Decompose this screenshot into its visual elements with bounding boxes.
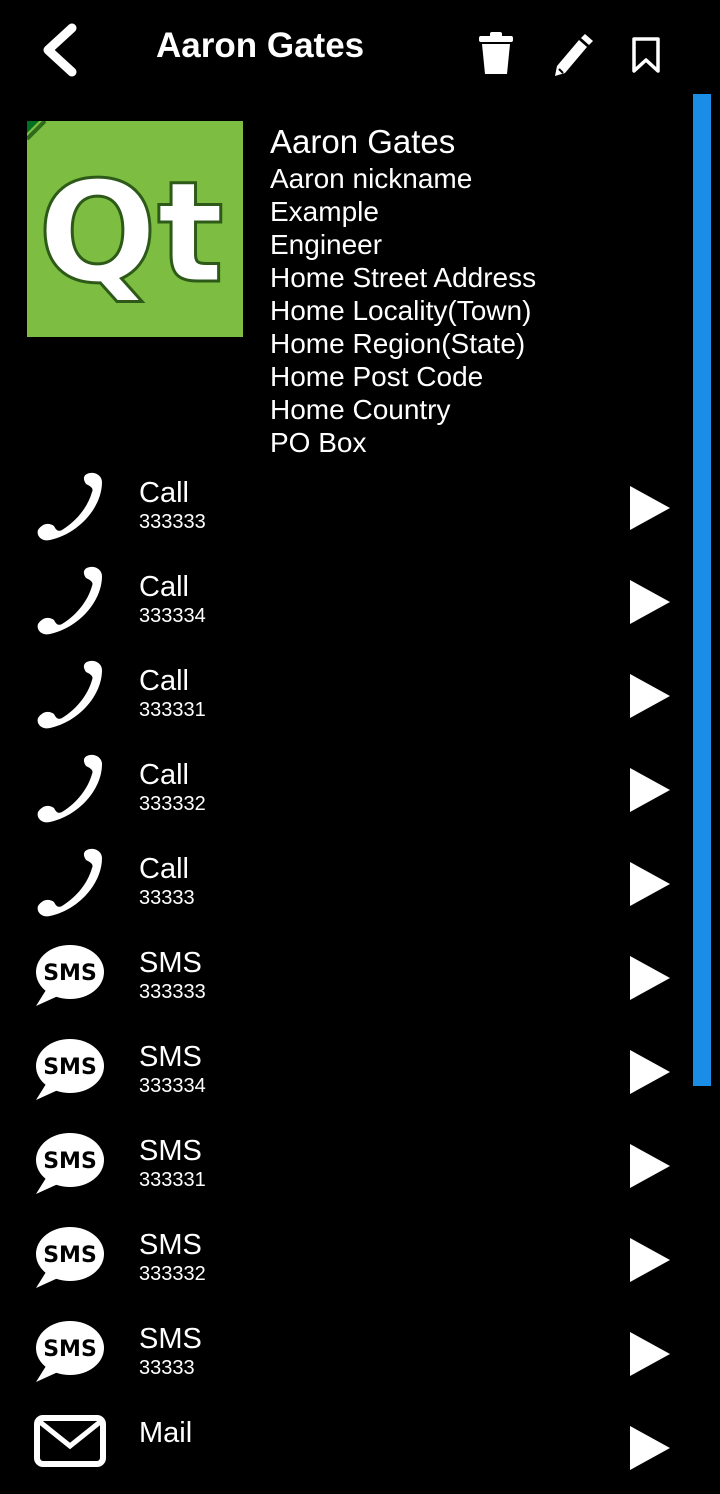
- action-label: SMS: [139, 1041, 202, 1073]
- action-value: 333334: [139, 605, 206, 627]
- action-label: Mail: [139, 1417, 193, 1449]
- phone-icon: [34, 472, 106, 542]
- sms-icon: SMS: [34, 942, 106, 1012]
- contact-details: Aaron Gates Aaron nickname Example Engin…: [270, 122, 536, 459]
- phone-icon: [34, 566, 106, 636]
- svg-text:SMS: SMS: [43, 1337, 97, 1362]
- play-arrow-icon[interactable]: [628, 1424, 672, 1472]
- play-arrow-icon[interactable]: [628, 672, 672, 720]
- action-label: SMS: [139, 1323, 202, 1355]
- sms-icon: SMS: [34, 1130, 106, 1200]
- back-arrow-icon: [43, 23, 77, 77]
- contact-region: Home Region(State): [270, 328, 526, 359]
- page-title: Aaron Gates: [156, 26, 365, 65]
- action-label: SMS: [139, 1229, 202, 1261]
- list-item[interactable]: Call 333332: [0, 742, 690, 836]
- avatar: Qt: [25, 119, 243, 337]
- action-value: 333334: [139, 1075, 206, 1097]
- action-label: Call: [139, 759, 189, 791]
- action-value: 333333: [139, 981, 206, 1003]
- list-item[interactable]: Call 333334: [0, 554, 690, 648]
- svg-text:SMS: SMS: [43, 961, 97, 986]
- svg-text:SMS: SMS: [43, 1243, 97, 1268]
- action-value: 333331: [139, 699, 206, 721]
- svg-text:Qt: Qt: [38, 152, 224, 315]
- list-item[interactable]: Call 333331: [0, 648, 690, 742]
- pencil-icon: [555, 34, 593, 76]
- edit-button[interactable]: [549, 30, 595, 80]
- contact-company: Example: [270, 196, 379, 227]
- back-button[interactable]: [38, 22, 88, 78]
- favorite-button[interactable]: [625, 30, 671, 80]
- trash-icon: [479, 32, 513, 74]
- action-value: 333332: [139, 1263, 206, 1285]
- list-item[interactable]: SMS SMS 333333: [0, 930, 690, 1024]
- qt-logo: Qt: [25, 119, 243, 337]
- contact-name: Aaron Gates: [270, 123, 456, 160]
- play-arrow-icon[interactable]: [628, 1048, 672, 1096]
- list-item[interactable]: SMS SMS 33333: [0, 1306, 690, 1400]
- play-arrow-icon[interactable]: [628, 766, 672, 814]
- list-item[interactable]: SMS SMS 333334: [0, 1024, 690, 1118]
- contact-locality: Home Locality(Town): [270, 295, 532, 326]
- action-value: 333333: [139, 511, 206, 533]
- phone-icon: [34, 660, 106, 730]
- svg-text:SMS: SMS: [43, 1055, 97, 1080]
- play-arrow-icon[interactable]: [628, 484, 672, 532]
- scrollbar[interactable]: [693, 94, 711, 1086]
- play-arrow-icon[interactable]: [628, 1142, 672, 1190]
- contact-street: Home Street Address: [270, 262, 537, 293]
- phone-icon: [34, 848, 106, 918]
- play-arrow-icon[interactable]: [628, 578, 672, 626]
- sms-icon: SMS: [34, 1318, 106, 1388]
- list-item[interactable]: SMS SMS 333332: [0, 1212, 690, 1306]
- action-label: Call: [139, 853, 189, 885]
- play-arrow-icon[interactable]: [628, 860, 672, 908]
- action-label: Call: [139, 477, 189, 509]
- contact-title: Engineer: [270, 229, 383, 260]
- action-label: SMS: [139, 1135, 202, 1167]
- contact-country: Home Country: [270, 394, 451, 425]
- header-bar: Aaron Gates: [0, 0, 720, 95]
- action-value: 333331: [139, 1169, 206, 1191]
- contact-pobox: PO Box: [270, 427, 367, 458]
- list-item[interactable]: Call 333333: [0, 460, 690, 554]
- sms-icon: SMS: [34, 1036, 106, 1106]
- list-item[interactable]: Mail: [0, 1400, 690, 1494]
- phone-icon: [34, 754, 106, 824]
- delete-button[interactable]: [474, 30, 520, 80]
- action-value: 33333: [139, 887, 195, 909]
- action-label: Call: [139, 571, 189, 603]
- action-label: Call: [139, 665, 189, 697]
- play-arrow-icon[interactable]: [628, 1236, 672, 1284]
- list-item[interactable]: SMS SMS 333331: [0, 1118, 690, 1212]
- play-arrow-icon[interactable]: [628, 1330, 672, 1378]
- contact-postcode: Home Post Code: [270, 361, 484, 392]
- bookmark-icon: [632, 37, 660, 73]
- action-label: SMS: [139, 947, 202, 979]
- mail-icon: [34, 1412, 106, 1482]
- contact-nickname: Aaron nickname: [270, 163, 473, 194]
- play-arrow-icon[interactable]: [628, 954, 672, 1002]
- action-list: Call 333333 Call 333334 Call 333331 Call 333332…: [0, 460, 690, 1494]
- list-item[interactable]: Call 33333: [0, 836, 690, 930]
- action-value: 33333: [139, 1357, 195, 1379]
- svg-text:SMS: SMS: [43, 1149, 97, 1174]
- sms-icon: SMS: [34, 1224, 106, 1294]
- action-value: 333332: [139, 793, 206, 815]
